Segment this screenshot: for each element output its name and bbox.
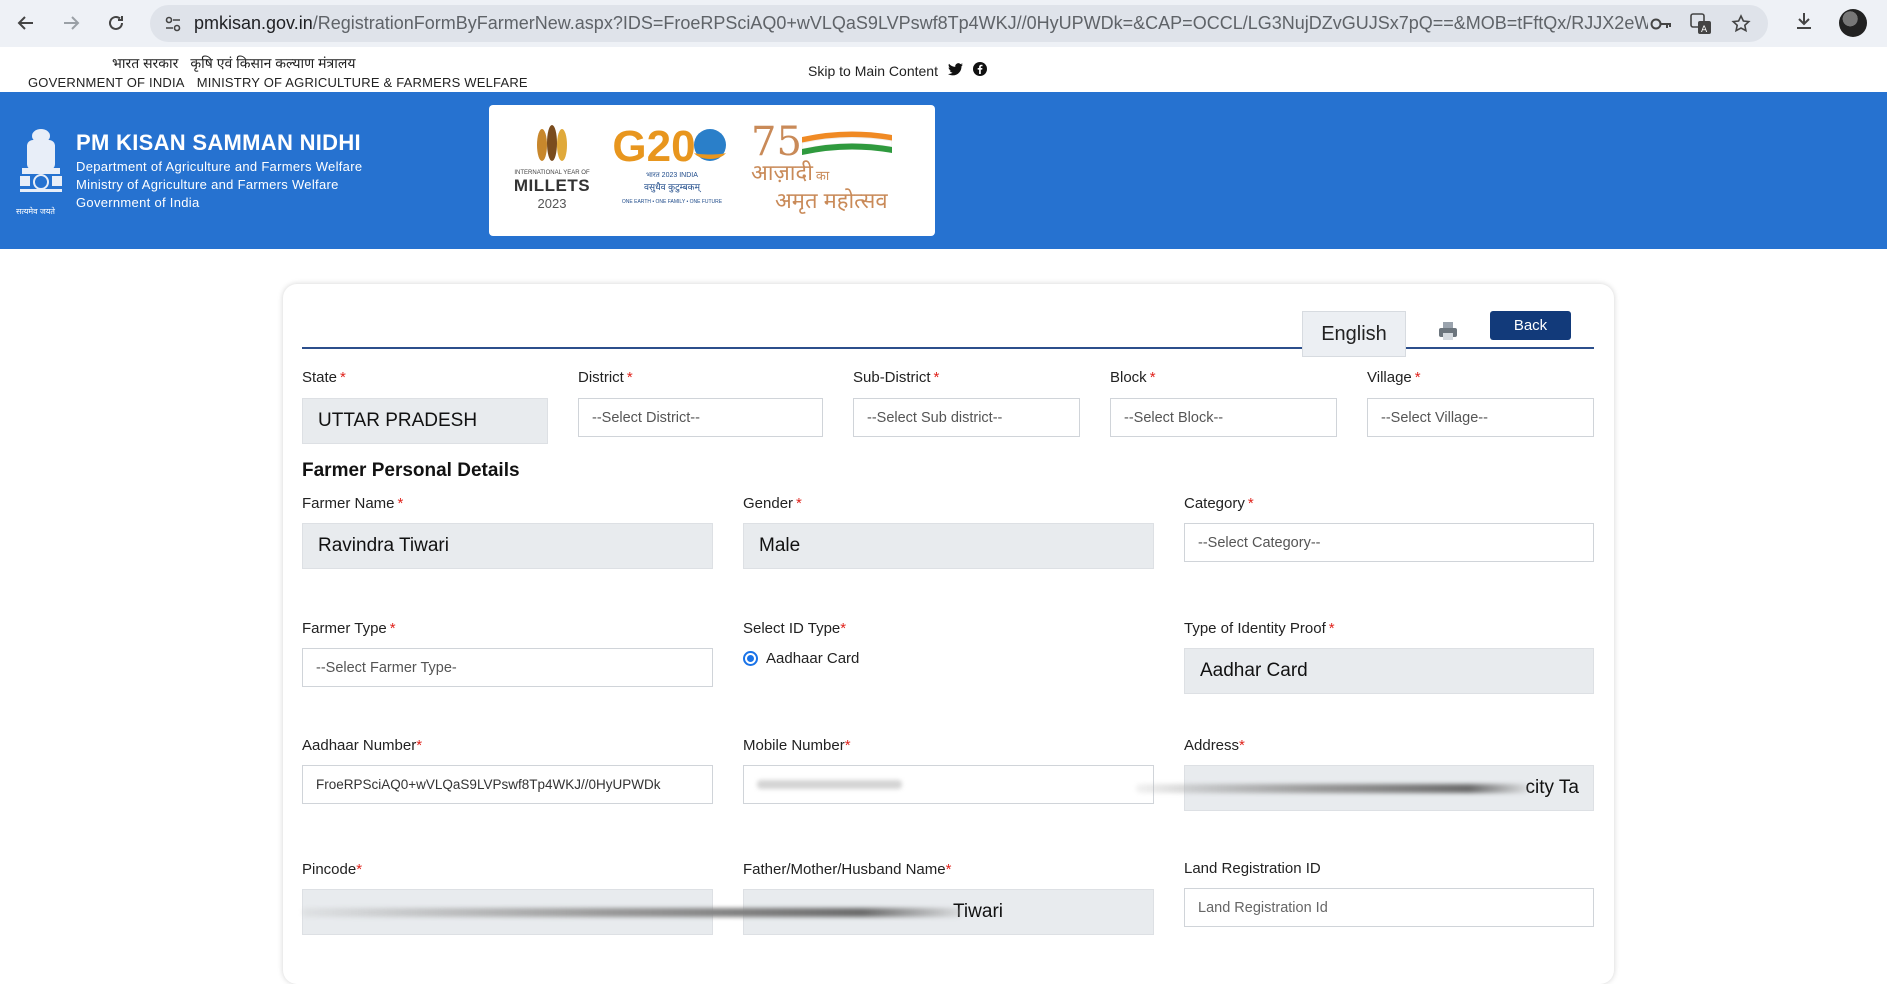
father-name-label: Father/Mother/Husband Name* xyxy=(743,861,952,878)
identity-proof-label: Type of Identity Proof * xyxy=(1184,620,1335,637)
redacted-pincode-father xyxy=(302,908,962,917)
back-button[interactable]: Back xyxy=(1490,311,1571,340)
millets-grain-icon xyxy=(537,125,567,161)
village-select[interactable]: --Select Village-- xyxy=(1367,398,1594,437)
gov-hindi: भारत सरकार xyxy=(112,55,179,71)
id-type-label: Select ID Type* xyxy=(743,620,847,637)
language-selector[interactable]: English xyxy=(1302,311,1406,357)
forward-arrow-icon[interactable] xyxy=(54,6,88,40)
subdistrict-select[interactable]: --Select Sub district-- xyxy=(853,398,1080,437)
site-header: सत्यमेव जयते PM KISAN SAMMAN NIDHI Depar… xyxy=(0,92,1887,249)
redacted-address xyxy=(1136,784,1528,793)
block-label: Block * xyxy=(1110,369,1156,386)
azadi-line1: आज़ादी xyxy=(751,160,813,185)
gender-label: Gender * xyxy=(743,495,802,512)
azadi-ka: का xyxy=(815,168,830,183)
aadhaar-card-radio[interactable]: Aadhaar Card xyxy=(743,650,859,667)
aadhaar-number-label: Aadhaar Number* xyxy=(302,737,423,754)
site-title: PM KISAN SAMMAN NIDHI xyxy=(76,130,361,155)
url-path: /RegistrationFormByFarmerNew.aspx?IDS=Fr… xyxy=(312,13,1648,33)
azadi-line2: अमृत महोत्सव xyxy=(775,188,888,213)
translate-icon[interactable]: A xyxy=(1688,11,1714,37)
skip-links: Skip to Main Content xyxy=(808,62,987,79)
radio-selected-icon[interactable] xyxy=(743,651,758,666)
category-label: Category * xyxy=(1184,495,1254,512)
subdistrict-label: Sub-District * xyxy=(853,369,940,386)
redacted-mobile xyxy=(757,780,902,789)
gov-english: GOVERNMENT OF INDIA xyxy=(28,75,185,90)
land-registration-label: Land Registration ID xyxy=(1184,860,1321,877)
millets-year-text: 2023 xyxy=(537,196,567,211)
farmer-name-field: Ravindra Tiwari xyxy=(302,523,713,569)
emblem-caption: सत्यमेव जयते xyxy=(16,207,55,216)
ministry-english: MINISTRY OF AGRICULTURE & FARMERS WELFAR… xyxy=(196,75,528,90)
facebook-icon[interactable] xyxy=(972,62,987,79)
aadhaar-card-radio-label: Aadhaar Card xyxy=(766,650,860,667)
g20-text: G20 xyxy=(612,122,696,171)
mobile-number-field[interactable] xyxy=(743,765,1154,804)
profile-avatar[interactable] xyxy=(1839,9,1867,37)
address-visible-text: city Ta xyxy=(1525,777,1579,798)
millets-logo: INTERNATIONAL YEAR OF MILLETS 2023 xyxy=(507,125,597,211)
millets-main-text: MILLETS xyxy=(513,176,591,195)
section-title-personal-details: Farmer Personal Details xyxy=(302,460,520,481)
download-icon[interactable] xyxy=(1793,10,1815,37)
print-icon[interactable] xyxy=(1437,320,1459,342)
district-select[interactable]: --Select District-- xyxy=(578,398,823,437)
azadi-logo: 75 आज़ादी का अमृत महोत्सव xyxy=(751,119,921,214)
twitter-icon[interactable] xyxy=(947,62,963,79)
back-arrow-icon[interactable] xyxy=(9,6,43,40)
skip-to-main-link[interactable]: Skip to Main Content xyxy=(808,63,938,79)
brand-block: PM KISAN SAMMAN NIDHI Department of Agri… xyxy=(76,130,362,212)
browser-toolbar: pmkisan.gov.in/RegistrationFormByFarmerN… xyxy=(0,0,1887,47)
registration-form-card xyxy=(283,284,1614,984)
g20-logo: G20 भारत 2023 INDIA वसुधैव कुटुम्बकम् ON… xyxy=(607,123,737,205)
password-key-icon[interactable] xyxy=(1648,11,1674,37)
pincode-label: Pincode* xyxy=(302,861,363,878)
bookmark-star-icon[interactable] xyxy=(1728,11,1754,37)
campaign-logos: INTERNATIONAL YEAR OF MILLETS 2023 G20 भ… xyxy=(489,105,935,236)
ministry-hindi: कृषि एवं किसान कल्याण मंत्रालय xyxy=(190,55,356,71)
ministry-line: Ministry of Agriculture and Farmers Welf… xyxy=(76,177,339,192)
azadi-number: 75 xyxy=(751,119,802,165)
farmer-name-label: Farmer Name * xyxy=(302,495,404,512)
identity-proof-field: Aadhar Card xyxy=(1184,648,1594,694)
address-bar[interactable]: pmkisan.gov.in/RegistrationFormByFarmerN… xyxy=(150,5,1768,42)
url-host: pmkisan.gov.in xyxy=(194,13,313,33)
flag-ribbon-icon xyxy=(801,131,892,155)
g20-tagline: ONE EARTH • ONE FAMILY • ONE FUTURE xyxy=(621,199,723,205)
farmer-type-label: Farmer Type * xyxy=(302,620,396,637)
lotus-earth-icon xyxy=(693,129,726,161)
aadhaar-number-field[interactable]: FroeRPSciAQ0+wVLQaS9LVPswf8Tp4WKJ//0HyUP… xyxy=(302,765,713,804)
gov-identity: भारत सरकार कृषि एवं किसान कल्याण मंत्राल… xyxy=(28,55,528,91)
district-label: District * xyxy=(578,369,633,386)
department-line: Department of Agriculture and Farmers We… xyxy=(76,159,363,174)
land-registration-input[interactable]: Land Registration Id xyxy=(1184,888,1594,927)
reload-icon[interactable] xyxy=(99,6,133,40)
mobile-number-label: Mobile Number* xyxy=(743,737,851,754)
national-emblem-icon xyxy=(20,129,62,192)
category-select[interactable]: --Select Category-- xyxy=(1184,523,1594,562)
state-label: State * xyxy=(302,369,346,386)
g20-hindi-text: वसुधैव कुटुम्बकम् xyxy=(644,182,700,192)
state-field: UTTAR PRADESH xyxy=(302,398,548,444)
svg-text:A: A xyxy=(1701,25,1708,35)
block-select[interactable]: --Select Block-- xyxy=(1110,398,1337,437)
url-text[interactable]: pmkisan.gov.in/RegistrationFormByFarmerN… xyxy=(194,13,1648,34)
site-info-icon[interactable] xyxy=(158,15,188,33)
government-line: Government of India xyxy=(76,195,200,210)
g20-sub-text: भारत 2023 INDIA xyxy=(646,172,698,179)
farmer-type-select[interactable]: --Select Farmer Type- xyxy=(302,648,713,687)
gender-field: Male xyxy=(743,523,1154,569)
address-label: Address* xyxy=(1184,737,1245,754)
village-label: Village * xyxy=(1367,369,1421,386)
